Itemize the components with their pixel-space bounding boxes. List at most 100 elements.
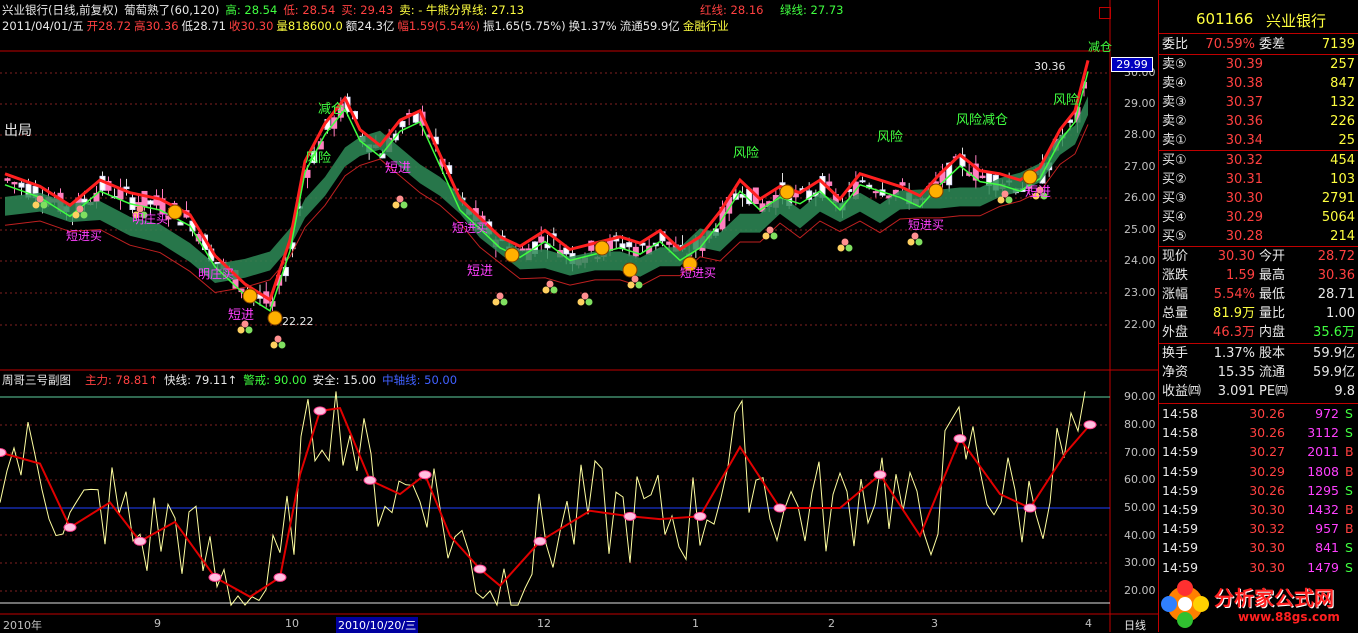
- tick-price: 30.27: [1249, 444, 1285, 460]
- annotation-risk: 风险: [305, 151, 332, 166]
- grape-icon: [1005, 196, 1013, 204]
- stat-row: 总量 81.9万 量比 1.00: [1159, 304, 1358, 323]
- stat-label: 最高: [1259, 268, 1286, 283]
- price-axis-label: 29.00: [1124, 97, 1156, 110]
- tick-row: 14:59 30.321401 B: [1159, 577, 1358, 580]
- price-axis-label: 23.00: [1124, 286, 1156, 299]
- sub-main-force: 主力: 78.81↑: [85, 373, 159, 387]
- grape-icon: [496, 292, 504, 300]
- tick-side: B: [1345, 577, 1354, 580]
- tick-list[interactable]: 14:58 30.26 972 S 14:58 30.26 3112 S 14:59 30.27 2…: [1159, 404, 1358, 579]
- ask-volume: 226: [1330, 114, 1355, 129]
- tick-time: 14:59: [1162, 502, 1199, 517]
- buy-signal-icon: [267, 310, 283, 326]
- signal-marker: [133, 536, 147, 546]
- stat-value: 59.9亿: [1313, 365, 1355, 380]
- bar-low: 低28.71: [181, 19, 226, 33]
- bar-high: 高30.36: [134, 19, 179, 33]
- tick-price: 30.32: [1249, 521, 1285, 537]
- ask-price: 30.39: [1225, 57, 1263, 72]
- bid-row[interactable]: 买① 30.32 454: [1159, 151, 1358, 170]
- tick-price: 30.30: [1249, 540, 1285, 556]
- grape-icon: [997, 196, 1005, 204]
- ask-row[interactable]: 卖② 30.36 226: [1159, 112, 1358, 131]
- grape-icon: [635, 281, 643, 289]
- candle-body: [18, 182, 25, 188]
- tick-row: 14:59 30.32 957 B: [1159, 519, 1358, 538]
- candle-body: [4, 178, 11, 181]
- stat-label: 涨幅: [1162, 287, 1189, 302]
- chart-canvas[interactable]: [0, 0, 1158, 632]
- stock-name: 兴业银行: [1266, 12, 1327, 30]
- maximize-button[interactable]: [1099, 7, 1111, 19]
- stat-value: 35.6万: [1313, 325, 1355, 340]
- sub-alert: 警戒: 90.00: [243, 373, 307, 387]
- stat-label: 流通: [1259, 365, 1286, 380]
- stat-value: 3.091: [1217, 384, 1255, 399]
- bid-price: 30.28: [1225, 229, 1263, 244]
- signal-marker: [693, 511, 707, 521]
- grape-icon: [500, 298, 508, 306]
- stat-value: 59.9亿: [1313, 346, 1355, 361]
- tick-volume: 2011: [1307, 444, 1339, 460]
- tick-volume: 1808: [1307, 463, 1339, 479]
- price-axis-label: 24.00: [1124, 254, 1156, 267]
- stat-row: 外盘 46.3万 内盘 35.6万: [1159, 323, 1358, 342]
- period-label[interactable]: 日线: [1124, 617, 1146, 633]
- annotation-reduce: 减仓: [1088, 40, 1113, 54]
- ind-high: 高: 28.54: [225, 3, 278, 17]
- tick-side: S: [1345, 425, 1353, 441]
- grape-icon: [274, 335, 282, 343]
- tick-side: B: [1345, 502, 1354, 517]
- stat-row: 涨幅 5.54% 最低 28.71: [1159, 285, 1358, 304]
- bid-label: 买④: [1162, 210, 1187, 225]
- red-line-value: 红线: 28.16: [700, 3, 764, 17]
- candle-body: [141, 190, 148, 208]
- bar-float: 流通59.9亿: [619, 19, 680, 33]
- bid-row[interactable]: 买③ 30.30 2791: [1159, 189, 1358, 208]
- signal-marker: [363, 475, 377, 485]
- quote-panel: 601166 兴业银行 委比 70.59% 委差 7139 卖⑤ 30.39 257…: [1158, 0, 1358, 632]
- bar-close: 收30.30: [228, 19, 274, 33]
- bid-volume: 103: [1330, 172, 1355, 187]
- tick-time: 14:59: [1162, 444, 1199, 460]
- chart-area[interactable]: 兴业银行(日线,前复权) 葡萄熟了(60,120) 高: 28.54 低: 28.54…: [0, 0, 1358, 633]
- price-axis-label: 27.00: [1124, 160, 1156, 173]
- stat-label: 最低: [1259, 287, 1286, 302]
- ask-price: 30.38: [1225, 76, 1263, 91]
- ask-row[interactable]: 卖⑤ 30.39 257: [1159, 55, 1358, 74]
- bar-volume: 量818600.0: [276, 19, 343, 33]
- sub-axis-label: 60.00: [1124, 473, 1156, 486]
- tick-row: 14:59 30.26 1295 S: [1159, 481, 1358, 500]
- annotation-short-in: 短进: [1025, 185, 1052, 200]
- tick-row: 14:58 30.26 972 S: [1159, 404, 1358, 423]
- ask-row[interactable]: 卖③ 30.37 132: [1159, 93, 1358, 112]
- sub-axis-label: 40.00: [1124, 529, 1156, 542]
- bid-row[interactable]: 买⑤ 30.28 214: [1159, 227, 1358, 246]
- candle-body: [11, 181, 18, 185]
- grape-icon: [915, 238, 923, 246]
- bid-row[interactable]: 买④ 30.29 5064: [1159, 208, 1358, 227]
- stat-value: 46.3万: [1213, 325, 1255, 340]
- ask-row[interactable]: 卖④ 30.38 847: [1159, 74, 1358, 93]
- grape-icon: [278, 341, 286, 349]
- ask-label: 卖②: [1162, 114, 1187, 129]
- bar-industry: 金融行业: [682, 19, 729, 33]
- stat-value: 5.54%: [1213, 287, 1255, 302]
- stat-label: 今开: [1259, 249, 1286, 264]
- stat-value: 15.35: [1217, 365, 1255, 380]
- buy-signal-icon: [622, 262, 638, 278]
- price-axis-label: 25.00: [1124, 223, 1156, 236]
- tick-time: 14:59: [1162, 463, 1199, 479]
- stat-label: 内盘: [1259, 325, 1286, 340]
- grape-icon: [845, 244, 853, 252]
- tick-price: 30.26: [1249, 482, 1285, 498]
- weicha-value: 7139: [1321, 37, 1355, 52]
- ask-label: 卖③: [1162, 95, 1187, 110]
- ask-row[interactable]: 卖① 30.34 25: [1159, 131, 1358, 150]
- bar-date: 2011/04/01/五: [2, 19, 84, 33]
- x-axis-label: 2010年: [3, 619, 42, 632]
- bid-row[interactable]: 买② 30.31 103: [1159, 170, 1358, 189]
- annotation-risk: 风险: [877, 130, 904, 145]
- stat-label: 换手: [1162, 346, 1189, 361]
